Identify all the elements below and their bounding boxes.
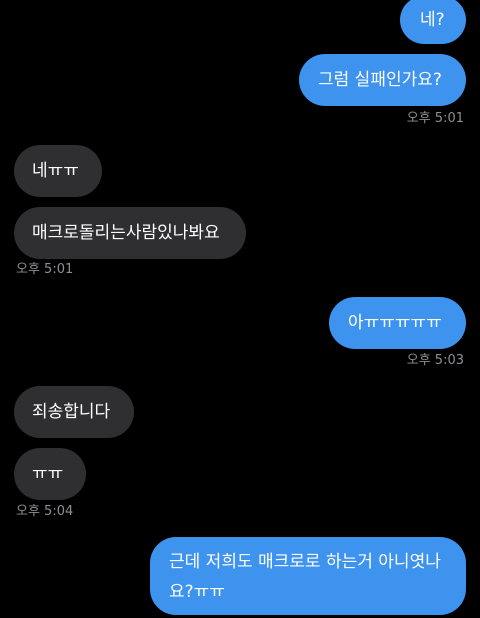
message-thread: 네? 그럼 실패인가요? 오후 5:01 네ㅠㅠ 매크로돌리는사람있나봐요 오후… <box>0 0 480 618</box>
message-text: 근데 저희도 매크로로 하는거 아니엿나요?ㅠㅠ <box>169 552 441 602</box>
message-text: 네ㅠㅠ <box>32 161 79 181</box>
outgoing-message-bubble[interactable]: 그럼 실패인가요? <box>299 54 466 106</box>
message-timestamp: 오후 5:04 <box>16 504 74 519</box>
message-text: ㅠㅠ <box>32 464 64 484</box>
message-timestamp: 오후 5:03 <box>406 353 464 368</box>
incoming-message-bubble[interactable]: 매크로돌리는사람있나봐요 <box>14 207 246 259</box>
outgoing-message-bubble[interactable]: 아ㅠㅠㅠㅠㅠ <box>329 297 466 349</box>
incoming-message-bubble[interactable]: 죄송합니다 <box>14 386 134 438</box>
message-text: 아ㅠㅠㅠㅠㅠ <box>348 313 442 333</box>
incoming-message-bubble[interactable]: 네ㅠㅠ <box>14 145 102 197</box>
message-timestamp: 오후 5:01 <box>16 262 74 277</box>
incoming-message-bubble[interactable]: ㅠㅠ <box>14 448 86 500</box>
message-timestamp: 오후 5:01 <box>406 111 464 126</box>
outgoing-message-bubble[interactable]: 네? <box>400 0 466 44</box>
message-text: 그럼 실패인가요? <box>318 70 442 90</box>
message-text: 매크로돌리는사람있나봐요 <box>32 223 220 243</box>
message-text: 죄송합니다 <box>32 402 111 422</box>
message-text: 네? <box>420 10 445 30</box>
outgoing-message-bubble[interactable]: 근데 저희도 매크로로 하는거 아니엿나요?ㅠㅠ <box>150 537 466 615</box>
